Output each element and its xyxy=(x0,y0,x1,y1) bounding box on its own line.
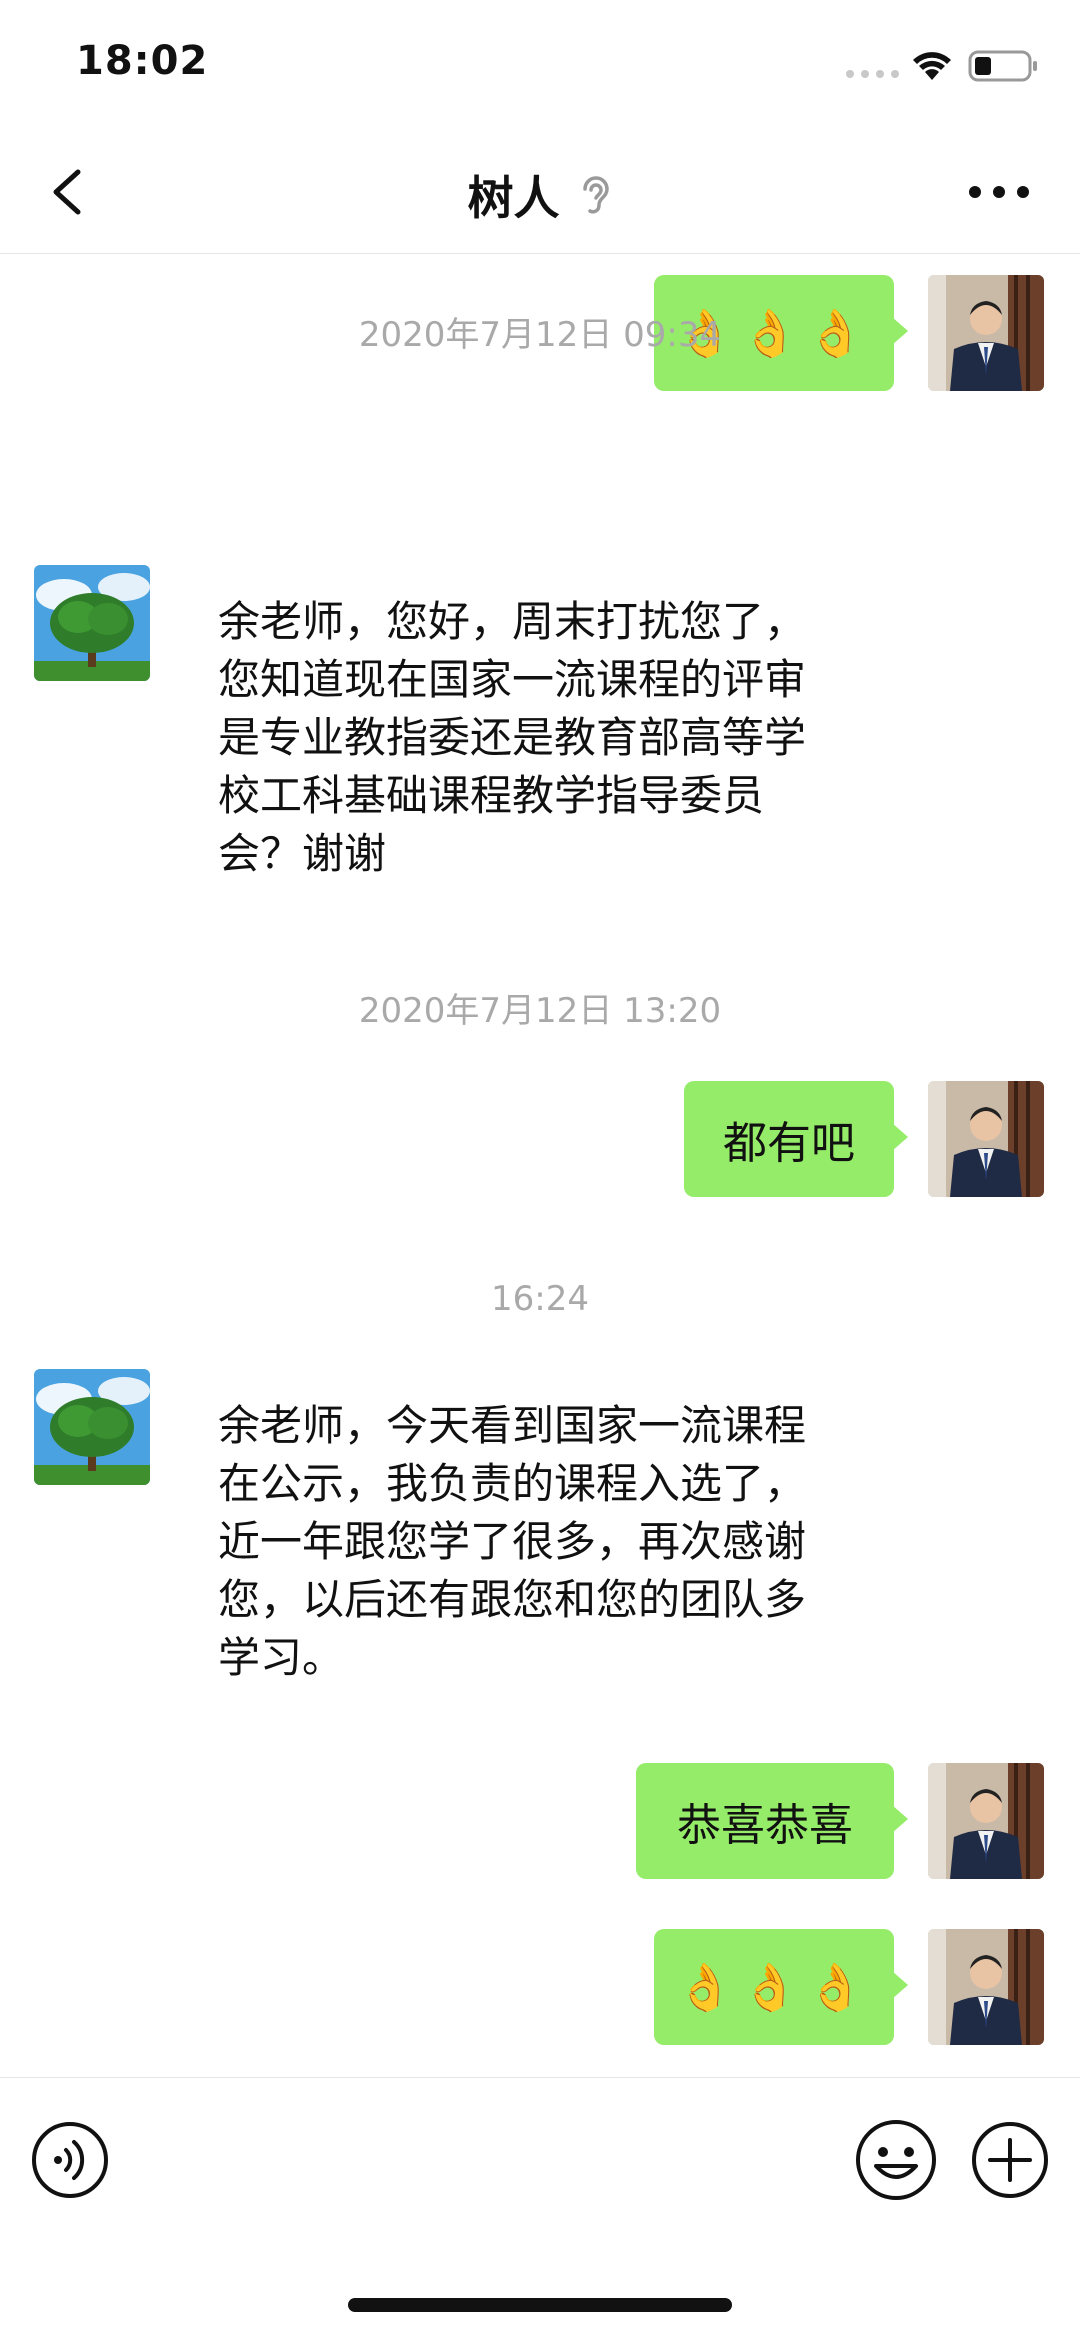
battery-icon xyxy=(968,50,1037,82)
emoji-button[interactable] xyxy=(854,2118,938,2202)
nav-bar: 树人 xyxy=(0,130,1080,254)
nav-title-group: 树人 xyxy=(0,162,1080,228)
chat-message-list[interactable]: 👌👌👌 2020年7月12日 09:34 余老师，您好，周末打扰您了， 您知道现… xyxy=(0,255,1080,2077)
avatar-contact[interactable] xyxy=(34,1369,150,1485)
timestamp: 16:24 xyxy=(491,1279,589,1319)
home-indicator[interactable] xyxy=(348,2298,732,2312)
status-bar: 18:02 xyxy=(0,0,1080,130)
voice-button[interactable] xyxy=(30,2120,110,2200)
ear-icon xyxy=(582,176,609,214)
avatar-self[interactable] xyxy=(928,1081,1044,1197)
more-button[interactable] xyxy=(964,172,1034,212)
signal-icon xyxy=(846,70,899,78)
avatar-contact[interactable] xyxy=(34,565,150,681)
emoji-message: 👌👌👌 xyxy=(676,1959,872,2014)
message-bubble-self[interactable]: 都有吧 xyxy=(684,1081,908,1197)
chat-screen: 18:02 树人 👌👌👌 2020年7月12日 09:34 余老师，您好，周末打… xyxy=(0,0,1080,2339)
message-text-contact[interactable]: 余老师，今天看到国家一流课程 在公示，我负责的课程入选了， 近一年跟您学了很多，… xyxy=(218,1397,898,1687)
wifi-icon xyxy=(913,52,951,80)
input-bar xyxy=(0,2077,1080,2339)
emoji-icon xyxy=(856,2120,936,2200)
status-time: 18:02 xyxy=(76,38,209,84)
message-text-self: 都有吧 xyxy=(723,1118,855,1169)
message-text-self: 恭喜恭喜 xyxy=(677,1800,853,1851)
avatar-self[interactable] xyxy=(928,1929,1044,2045)
message-bubble-self[interactable]: 👌👌👌 xyxy=(654,1929,908,2045)
more-dots-icon xyxy=(969,186,1029,198)
plus-button[interactable] xyxy=(970,2120,1050,2200)
plus-icon xyxy=(972,2122,1048,2198)
timestamp: 2020年7月12日 13:20 xyxy=(358,991,722,1031)
timestamp: 2020年7月12日 09:34 xyxy=(358,315,722,355)
voice-icon xyxy=(32,2122,108,2198)
avatar-self[interactable] xyxy=(928,1763,1044,1879)
message-bubble-self[interactable]: 恭喜恭喜 xyxy=(636,1763,908,1879)
contact-name: 树人 xyxy=(467,171,560,225)
message-text-contact[interactable]: 余老师，您好，周末打扰您了， 您知道现在国家一流课程的评审 是专业教指委还是教育… xyxy=(218,593,898,883)
